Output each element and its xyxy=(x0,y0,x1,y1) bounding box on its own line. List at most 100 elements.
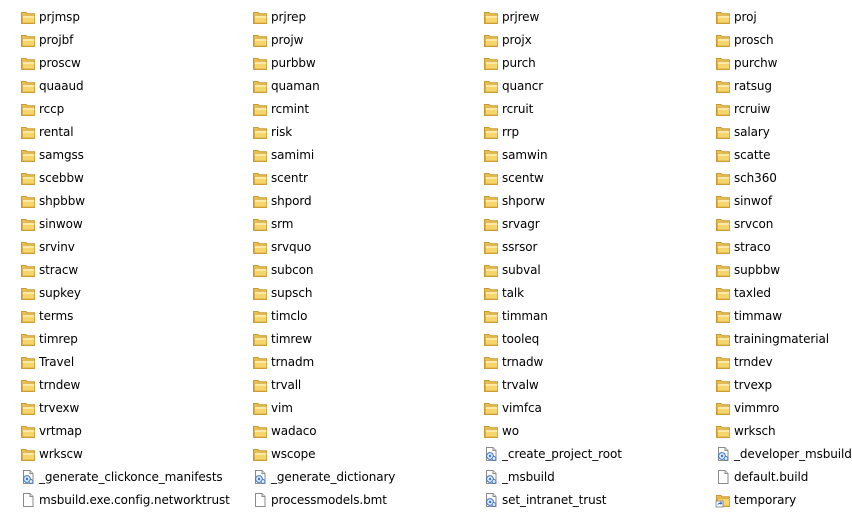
folder-icon xyxy=(483,78,499,94)
file-list-item[interactable]: ssrsor xyxy=(483,236,537,257)
file-list-item[interactable]: purbbw xyxy=(252,52,316,73)
file-list-item[interactable]: supkey xyxy=(20,282,81,303)
file-list-item[interactable]: projbf xyxy=(20,29,73,50)
file-list-item[interactable]: vimfca xyxy=(483,397,542,418)
file-list-item[interactable]: rcruiw xyxy=(715,98,770,119)
file-list-item[interactable]: _generate_dictionary xyxy=(252,466,395,487)
file-list-item[interactable]: trvall xyxy=(252,374,301,395)
file-list-item[interactable]: trainingmaterial xyxy=(715,328,829,349)
file-list-item[interactable]: rrp xyxy=(483,121,519,142)
file-list-item[interactable]: terms xyxy=(20,305,73,326)
file-list-item[interactable]: supsch xyxy=(252,282,312,303)
file-list-item[interactable]: vim xyxy=(252,397,293,418)
file-list-item[interactable]: wscope xyxy=(252,443,316,464)
file-list-item[interactable]: wrksch xyxy=(715,420,776,441)
file-name-label: projx xyxy=(502,32,532,47)
file-list-item[interactable]: risk xyxy=(252,121,292,142)
file-list-item[interactable]: _developer_msbuild xyxy=(715,443,852,464)
file-list-item[interactable]: srvinv xyxy=(20,236,75,257)
file-list-item[interactable]: rcruit xyxy=(483,98,533,119)
file-list-item[interactable]: scatte xyxy=(715,144,771,165)
file-list-item[interactable]: subval xyxy=(483,259,541,280)
file-list-item[interactable]: scentr xyxy=(252,167,308,188)
file-list-item[interactable]: srvquo xyxy=(252,236,311,257)
file-list-item[interactable]: shpord xyxy=(252,190,312,211)
file-list-item[interactable]: srvagr xyxy=(483,213,540,234)
file-list-item[interactable]: sch360 xyxy=(715,167,777,188)
file-list-item[interactable]: straco xyxy=(715,236,771,257)
file-list-item[interactable]: timmaw xyxy=(715,305,782,326)
file-list-item[interactable]: scebbw xyxy=(20,167,84,188)
file-list-item[interactable]: vimmro xyxy=(715,397,779,418)
file-list-item[interactable]: default.build xyxy=(715,466,808,487)
file-list-item[interactable]: quancr xyxy=(483,75,543,96)
file-list-item[interactable]: sinwow xyxy=(20,213,83,234)
file-list-item[interactable]: set_intranet_trust xyxy=(483,489,606,510)
folder-icon xyxy=(715,285,731,301)
file-list-item[interactable]: shporw xyxy=(483,190,545,211)
file-list-item[interactable]: _create_project_root xyxy=(483,443,622,464)
file-list-item[interactable]: samgss xyxy=(20,144,84,165)
file-list-item[interactable]: projx xyxy=(483,29,532,50)
file-list-item[interactable]: trvalw xyxy=(483,374,539,395)
file-list-item[interactable]: wrkscw xyxy=(20,443,83,464)
file-list-item[interactable]: trvexw xyxy=(20,397,79,418)
file-list-item[interactable]: projw xyxy=(252,29,303,50)
folder-icon xyxy=(483,331,499,347)
file-list-item[interactable]: quaman xyxy=(252,75,320,96)
file-list-item[interactable]: msbuild.exe.config.networktrust xyxy=(20,489,230,510)
file-list-item[interactable]: salary xyxy=(715,121,770,142)
file-list-item[interactable]: prosch xyxy=(715,29,774,50)
file-list-item[interactable]: supbbw xyxy=(715,259,780,280)
file-list-item[interactable]: Travel xyxy=(20,351,74,372)
file-name-label: talk xyxy=(502,285,524,300)
file-list-item[interactable]: rcmint xyxy=(252,98,309,119)
file-list-item[interactable]: purch xyxy=(483,52,536,73)
file-list-item[interactable]: wo xyxy=(483,420,519,441)
file-list-item[interactable]: stracw xyxy=(20,259,78,280)
file-list-item[interactable]: tooleq xyxy=(483,328,539,349)
file-list-item[interactable]: proj xyxy=(715,6,757,27)
file-list-item[interactable]: vrtmap xyxy=(20,420,82,441)
file-list-item[interactable]: trndew xyxy=(20,374,80,395)
file-list-item[interactable]: timclo xyxy=(252,305,308,326)
file-list-item[interactable]: trnadm xyxy=(252,351,314,372)
file-list-item[interactable]: temporary xyxy=(715,489,796,510)
file-list-item[interactable]: wadaco xyxy=(252,420,317,441)
file-list-item[interactable]: scentw xyxy=(483,167,544,188)
file-list-item[interactable]: timrew xyxy=(252,328,312,349)
file-list-item[interactable]: samwin xyxy=(483,144,548,165)
folder-icon xyxy=(252,216,268,232)
file-list-item[interactable]: proscw xyxy=(20,52,81,73)
file-list-item[interactable]: prjmsp xyxy=(20,6,80,27)
file-list-item[interactable]: purchw xyxy=(715,52,777,73)
file-list-item[interactable]: talk xyxy=(483,282,524,303)
folder-icon xyxy=(715,377,731,393)
file-list-item[interactable]: sinwof xyxy=(715,190,772,211)
file-list-item[interactable]: trndev xyxy=(715,351,773,372)
file-list-item[interactable]: ratsug xyxy=(715,75,772,96)
folder-icon xyxy=(20,239,36,255)
file-list-item[interactable]: prjrew xyxy=(483,6,539,27)
file-list-item[interactable]: srvcon xyxy=(715,213,773,234)
file-list-item[interactable]: _msbuild xyxy=(483,466,555,487)
file-list-item[interactable]: taxled xyxy=(715,282,771,303)
file-list-item[interactable]: trnadw xyxy=(483,351,543,372)
file-list-item[interactable]: subcon xyxy=(252,259,314,280)
file-list-item[interactable]: rccp xyxy=(20,98,64,119)
file-list-item[interactable]: shpbbw xyxy=(20,190,85,211)
file-list-item[interactable]: samimi xyxy=(252,144,314,165)
file-list-item[interactable]: processmodels.bmt xyxy=(252,489,387,510)
file-list-item[interactable]: timrep xyxy=(20,328,78,349)
file-list-item[interactable]: quaaud xyxy=(20,75,84,96)
folder-icon xyxy=(252,32,268,48)
file-name-label: risk xyxy=(271,124,293,139)
file-list-item[interactable]: timman xyxy=(483,305,548,326)
file-list-item[interactable]: rental xyxy=(20,121,74,142)
file-name-label: tooleq xyxy=(502,331,540,346)
file-list-item[interactable]: trvexp xyxy=(715,374,772,395)
file-list-item[interactable]: prjrep xyxy=(252,6,306,27)
file-name-label: trvalw xyxy=(502,377,539,392)
file-list-item[interactable]: _generate_clickonce_manifests xyxy=(20,466,223,487)
file-list-item[interactable]: srm xyxy=(252,213,293,234)
